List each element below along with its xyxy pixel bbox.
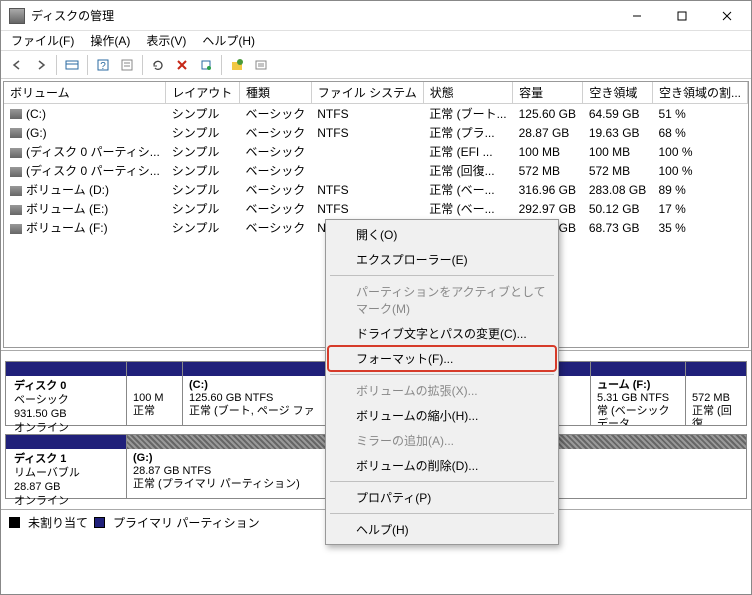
ctx-change-letter[interactable]: ドライブ文字とパスの変更(C)...	[328, 321, 556, 346]
ctx-mark-active: パーティションをアクティブとしてマーク(M)	[328, 279, 556, 321]
menu-help[interactable]: ヘルプ(H)	[196, 31, 261, 50]
window-controls	[614, 1, 749, 30]
toolbar-separator	[142, 55, 143, 75]
ctx-separator	[330, 275, 554, 276]
toolbar: ?	[1, 51, 751, 79]
volume-icon	[10, 109, 22, 119]
volume-icon	[10, 186, 22, 196]
volume-icon	[10, 148, 22, 158]
menu-view[interactable]: 表示(V)	[140, 31, 192, 50]
disk-0-header[interactable]: ディスク 0 ベーシック 931.50 GB オンライン	[5, 361, 127, 426]
forward-button[interactable]	[30, 54, 52, 76]
table-row[interactable]: ボリューム (D:)シンプルベーシックNTFS正常 (ベー...316.96 G…	[4, 180, 748, 199]
list-button[interactable]	[250, 54, 272, 76]
col-freepct[interactable]: 空き領域の割...	[652, 82, 747, 104]
view-grid-button[interactable]	[61, 54, 83, 76]
properties-button[interactable]	[116, 54, 138, 76]
toolbar-separator	[87, 55, 88, 75]
col-free[interactable]: 空き領域	[583, 82, 653, 104]
minimize-button[interactable]	[614, 1, 659, 30]
app-icon	[9, 8, 25, 24]
ctx-properties[interactable]: プロパティ(P)	[328, 485, 556, 510]
col-type[interactable]: 種類	[240, 82, 312, 104]
partition-recovery[interactable]: 572 MB正常 (回復	[686, 362, 746, 425]
column-headers[interactable]: ボリューム レイアウト 種類 ファイル システム 状態 容量 空き領域 空き領域…	[4, 82, 748, 104]
ctx-format[interactable]: フォーマット(F)...	[328, 346, 556, 371]
context-menu: 開く(O) エクスプローラー(E) パーティションをアクティブとしてマーク(M)…	[325, 219, 559, 545]
menubar: ファイル(F) 操作(A) 表示(V) ヘルプ(H)	[1, 31, 751, 51]
titlebar: ディスクの管理	[1, 1, 751, 31]
col-fs[interactable]: ファイル システム	[311, 82, 423, 104]
partition-efi[interactable]: 100 M正常	[127, 362, 183, 425]
help-button[interactable]: ?	[92, 54, 114, 76]
window-title: ディスクの管理	[31, 7, 614, 24]
ctx-open[interactable]: 開く(O)	[328, 222, 556, 247]
ctx-explorer[interactable]: エクスプローラー(E)	[328, 247, 556, 272]
swatch-unallocated	[9, 517, 20, 528]
menu-file[interactable]: ファイル(F)	[5, 31, 80, 50]
toolbar-separator	[56, 55, 57, 75]
delete-button[interactable]	[171, 54, 193, 76]
svg-text:?: ?	[100, 61, 106, 72]
ctx-separator	[330, 513, 554, 514]
volume-icon	[10, 205, 22, 215]
ctx-extend: ボリュームの拡張(X)...	[328, 378, 556, 403]
col-status[interactable]: 状態	[423, 82, 512, 104]
ctx-shrink[interactable]: ボリュームの縮小(H)...	[328, 403, 556, 428]
partition-f[interactable]: ューム (F:)5.31 GB NTFS常 (ベーシック データ ,	[591, 362, 686, 425]
volume-icon	[10, 167, 22, 177]
volume-icon	[10, 224, 22, 234]
ctx-help[interactable]: ヘルプ(H)	[328, 517, 556, 542]
partition-c[interactable]: (C:)125.60 GB NTFS正常 (ブート, ページ ファ	[183, 362, 338, 425]
table-row[interactable]: (G:)シンプルベーシックNTFS正常 (プラ...28.87 GB19.63 …	[4, 123, 748, 142]
table-row[interactable]: (ディスク 0 パーティシ...シンプルベーシック正常 (EFI ...100 …	[4, 142, 748, 161]
close-button[interactable]	[704, 1, 749, 30]
disk-1-header[interactable]: ディスク 1 リムーバブル 28.87 GB オンライン	[5, 434, 127, 499]
ctx-separator	[330, 481, 554, 482]
volume-icon	[10, 128, 22, 138]
table-row[interactable]: (C:)シンプルベーシックNTFS正常 (ブート...125.60 GB64.5…	[4, 104, 748, 124]
disk-management-window: ディスクの管理 ファイル(F) 操作(A) 表示(V) ヘルプ(H) ?	[0, 0, 752, 595]
settings-button[interactable]	[195, 54, 217, 76]
swatch-primary	[94, 517, 105, 528]
table-row[interactable]: ボリューム (E:)シンプルベーシックNTFS正常 (ベー...292.97 G…	[4, 199, 748, 218]
col-capacity[interactable]: 容量	[513, 82, 583, 104]
refresh-button[interactable]	[147, 54, 169, 76]
create-button[interactable]	[226, 54, 248, 76]
legend-unallocated: 未割り当て	[28, 514, 88, 531]
ctx-separator	[330, 374, 554, 375]
toolbar-separator	[221, 55, 222, 75]
maximize-button[interactable]	[659, 1, 704, 30]
ctx-delete[interactable]: ボリュームの削除(D)...	[328, 453, 556, 478]
menu-action[interactable]: 操作(A)	[84, 31, 136, 50]
col-volume[interactable]: ボリューム	[4, 82, 166, 104]
ctx-mirror: ミラーの追加(A)...	[328, 428, 556, 453]
col-layout[interactable]: レイアウト	[166, 82, 240, 104]
table-row[interactable]: (ディスク 0 パーティシ...シンプルベーシック正常 (回復...572 MB…	[4, 161, 748, 180]
back-button[interactable]	[6, 54, 28, 76]
legend-primary: プライマリ パーティション	[113, 514, 260, 531]
